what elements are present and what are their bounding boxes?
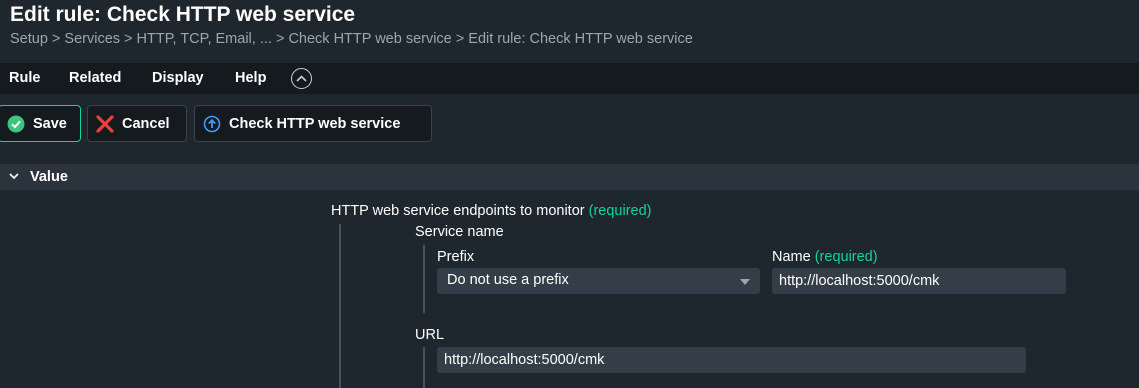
menu-bar: Rule Related Display Help [0, 63, 1139, 94]
page-title: Edit rule: Check HTTP web service [10, 3, 356, 26]
service-name-label: Service name [415, 224, 504, 240]
cancel-button[interactable]: Cancel [87, 105, 187, 142]
chevron-up-icon [296, 75, 307, 82]
url-indent-line [423, 347, 425, 388]
check-http-service-button[interactable]: Check HTTP web service [194, 105, 432, 142]
endpoints-label: HTTP web service endpoints to monitor [331, 203, 585, 219]
breadcrumb[interactable]: Setup > Services > HTTP, TCP, Email, ...… [10, 31, 693, 47]
service-name-indent-line [423, 245, 425, 313]
value-section-header[interactable]: Value [0, 164, 1139, 190]
menu-display[interactable]: Display [152, 70, 204, 86]
endpoints-indent-line [339, 224, 341, 388]
menu-collapse-toggle[interactable] [291, 68, 312, 89]
menu-related[interactable]: Related [69, 70, 121, 86]
chevron-down-icon [9, 173, 19, 180]
save-button[interactable]: Save [0, 105, 81, 142]
required-marker: (required) [588, 203, 652, 219]
url-label: URL [415, 327, 445, 343]
endpoints-label-row: HTTP web service endpoints to monitor (r… [331, 203, 652, 219]
prefix-select-value: Do not use a prefix [447, 272, 569, 288]
close-icon [96, 114, 114, 133]
cancel-label: Cancel [122, 115, 170, 132]
dropdown-arrow-icon [740, 279, 750, 285]
name-label-row: Name (required) [772, 249, 878, 265]
prefix-label: Prefix [437, 249, 475, 265]
menu-help[interactable]: Help [235, 70, 266, 86]
url-input[interactable] [437, 347, 1026, 373]
name-label: Name [772, 249, 811, 265]
page-header: Edit rule: Check HTTP web service Setup … [0, 0, 1139, 63]
save-label: Save [33, 115, 67, 132]
prefix-select[interactable]: Do not use a prefix [437, 268, 760, 294]
name-required-marker: (required) [814, 249, 878, 265]
service-label: Check HTTP web service [229, 115, 401, 132]
check-circle-icon [7, 115, 25, 133]
name-input[interactable] [772, 268, 1066, 294]
arrow-up-circle-icon [203, 115, 221, 133]
menu-rule[interactable]: Rule [9, 70, 40, 86]
section-title: Value [30, 169, 68, 185]
